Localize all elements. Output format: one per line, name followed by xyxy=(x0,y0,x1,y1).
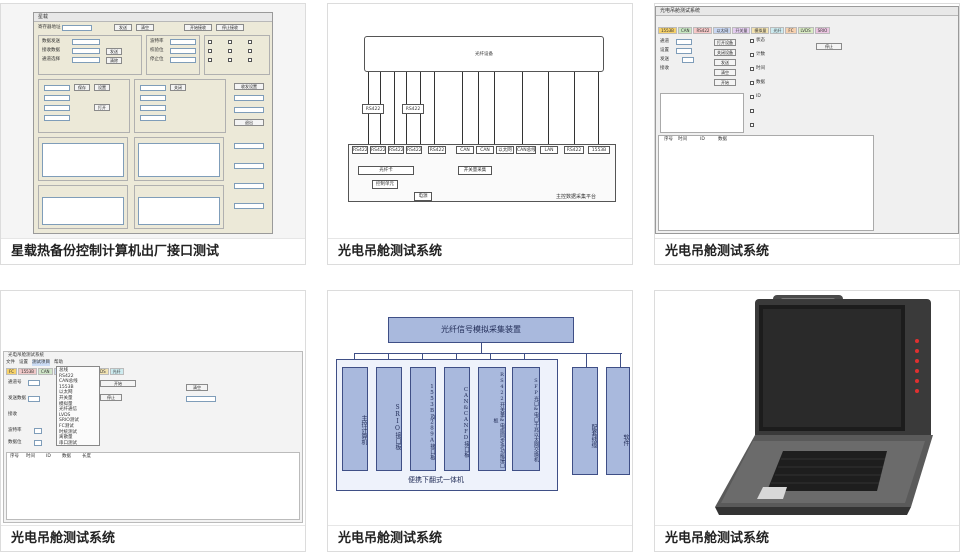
app-window-screenshot: 光电吊舱测试系统 文件 设置 测试项目 帮助 FC 1553B CAN RS42… xyxy=(3,351,303,523)
product-card-6[interactable]: 光电吊舱测试系统 xyxy=(654,290,960,552)
product-card-3[interactable]: 光电吊舱测试系统 1553B CAN RS422 以太网 开关量 模拟量 光纤 … xyxy=(654,3,960,265)
diagram-top-box: 光纤设备 xyxy=(364,36,604,72)
test-menu-dropdown: 总线 RS422 CAN总线 1553B 以太网 开关量 模拟量 光纤通信 LV… xyxy=(56,366,100,446)
product-caption-5[interactable]: 光电吊舱测试系统 xyxy=(328,525,632,551)
product-thumbnail-6[interactable] xyxy=(655,291,959,525)
product-caption-1[interactable]: 星载热备份控制计算机出厂接口测试 xyxy=(1,238,305,264)
product-caption-6[interactable]: 光电吊舱测试系统 xyxy=(655,525,959,551)
product-card-5[interactable]: 光纤信号模拟采集装置 主控计算机 SRIO接口板 1553B及289A接口板 C… xyxy=(327,290,633,552)
product-card-2[interactable]: 光纤设备 RS422 RS422 RS422 RS422 RS422 RS422… xyxy=(327,3,633,265)
product-thumbnail-3[interactable]: 光电吊舱测试系统 1553B CAN RS422 以太网 开关量 模拟量 光纤 … xyxy=(655,4,959,238)
product-caption-3[interactable]: 光电吊舱测试系统 xyxy=(655,238,959,264)
app-window-screenshot: 光电吊舱测试系统 1553B CAN RS422 以太网 开关量 模拟量 光纤 … xyxy=(655,6,959,234)
product-card-4[interactable]: 光电吊舱测试系统 文件 设置 测试项目 帮助 FC 1553B CAN RS42… xyxy=(0,290,306,552)
product-card-1[interactable]: 星载 寄存器地址 发送 清空 开始接收 停止接收 数据发送 接收数据 发送 通道… xyxy=(0,3,306,265)
product-thumbnail-4[interactable]: 光电吊舱测试系统 文件 设置 测试项目 帮助 FC 1553B CAN RS42… xyxy=(1,291,305,525)
app-window-screenshot: 星载 寄存器地址 发送 清空 开始接收 停止接收 数据发送 接收数据 发送 通道… xyxy=(33,12,273,234)
product-caption-2[interactable]: 光电吊舱测试系统 xyxy=(328,238,632,264)
product-thumbnail-2[interactable]: 光纤设备 RS422 RS422 RS422 RS422 RS422 RS422… xyxy=(328,4,632,238)
product-thumbnail-5[interactable]: 光纤信号模拟采集装置 主控计算机 SRIO接口板 1553B及289A接口板 C… xyxy=(328,291,632,525)
diagram-top-box: 光纤信号模拟采集装置 xyxy=(388,317,574,343)
product-caption-4[interactable]: 光电吊舱测试系统 xyxy=(1,525,305,551)
rugged-laptop-photo xyxy=(715,295,933,515)
product-thumbnail-1[interactable]: 星载 寄存器地址 发送 清空 开始接收 停止接收 数据发送 接收数据 发送 通道… xyxy=(1,4,305,238)
